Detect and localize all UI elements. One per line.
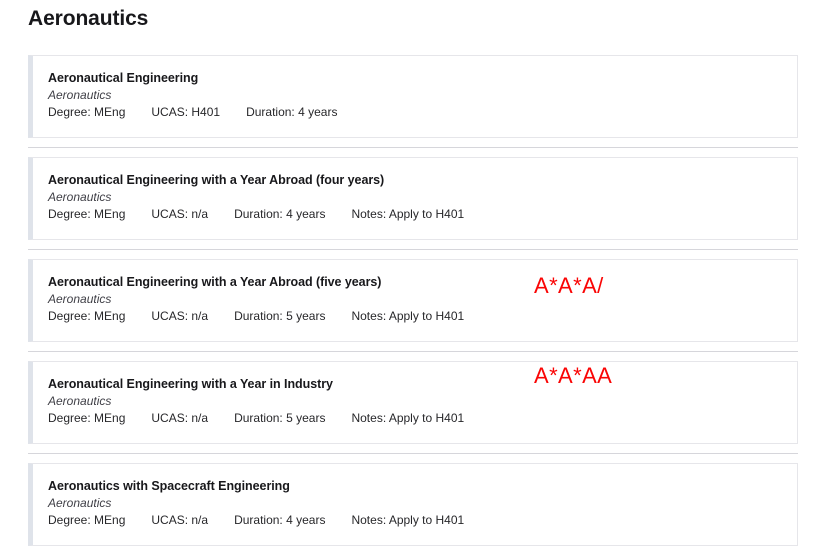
course-meta-row: Degree: MEng UCAS: n/a Duration: 4 years No…: [48, 206, 781, 223]
page-title: Aeronautics: [28, 7, 149, 30]
card-separator: [28, 249, 798, 250]
course-department: Aeronautics: [48, 190, 112, 204]
course-card[interactable]: Aeronautical Engineering with a Year in …: [28, 361, 798, 444]
course-degree: Degree: MEng: [48, 513, 126, 527]
course-ucas: UCAS: H401: [151, 105, 221, 119]
course-listing-page: Aeronautics Aeronautical Engineering Aero…: [0, 0, 839, 546]
course-result-block: Aeronautical Engineering with a Year Abr…: [28, 259, 798, 342]
course-ucas: UCAS: n/a: [151, 207, 209, 221]
course-degree: Degree: MEng: [48, 309, 126, 323]
course-duration: Duration: 5 years: [234, 411, 326, 425]
course-degree: Degree: MEng: [48, 207, 126, 221]
course-meta-row: Degree: MEng UCAS: H401 Duration: 4 years: [48, 104, 781, 121]
course-card[interactable]: Aeronautical Engineering Aeronautics Degre…: [28, 55, 798, 138]
course-notes: Notes: Apply to H401: [351, 513, 465, 527]
course-card[interactable]: Aeronautics with Spacecraft Engineering A…: [28, 463, 798, 546]
course-meta-row: Degree: MEng UCAS: n/a Duration: 5 years No…: [48, 308, 781, 325]
course-ucas: UCAS: n/a: [151, 411, 209, 425]
course-result-block: Aeronautical Engineering with a Year in …: [28, 361, 798, 444]
course-card[interactable]: Aeronautical Engineering with a Year Abr…: [28, 259, 798, 342]
course-department: Aeronautics: [48, 292, 112, 306]
card-separator: [28, 147, 798, 148]
course-card[interactable]: Aeronautical Engineering with a Year Abr…: [28, 157, 798, 240]
course-name[interactable]: Aeronautics with Spacecraft Engineering: [48, 478, 781, 494]
course-duration: Duration: 4 years: [234, 207, 326, 221]
course-department: Aeronautics: [48, 496, 112, 510]
course-result-block: Aeronautical Engineering Aeronautics Degre…: [28, 55, 798, 138]
course-results-list: Aeronautical Engineering Aeronautics Degre…: [28, 55, 798, 546]
course-duration: Duration: 4 years: [234, 513, 326, 527]
course-degree: Degree: MEng: [48, 105, 126, 119]
course-meta-row: Degree: MEng UCAS: n/a Duration: 4 years No…: [48, 512, 781, 529]
course-result-block: Aeronautical Engineering with a Year Abr…: [28, 157, 798, 240]
card-separator: [28, 453, 798, 454]
course-duration: Duration: 5 years: [234, 309, 326, 323]
course-notes: Notes: Apply to H401: [351, 207, 465, 221]
course-name[interactable]: Aeronautical Engineering: [48, 70, 781, 86]
card-separator: [28, 351, 798, 352]
course-notes: Notes: Apply to H401: [351, 309, 465, 323]
course-ucas: UCAS: n/a: [151, 513, 209, 527]
course-department: Aeronautics: [48, 394, 112, 408]
course-name[interactable]: Aeronautical Engineering with a Year Abr…: [48, 274, 781, 290]
course-name[interactable]: Aeronautical Engineering with a Year in …: [48, 376, 781, 392]
course-department: Aeronautics: [48, 88, 112, 102]
course-degree: Degree: MEng: [48, 411, 126, 425]
course-duration: Duration: 4 years: [246, 105, 338, 119]
course-notes: Notes: Apply to H401: [351, 411, 465, 425]
course-name[interactable]: Aeronautical Engineering with a Year Abr…: [48, 172, 781, 188]
course-meta-row: Degree: MEng UCAS: n/a Duration: 5 years No…: [48, 410, 781, 427]
course-result-block: Aeronautics with Spacecraft Engineering A…: [28, 463, 798, 546]
course-ucas: UCAS: n/a: [151, 309, 209, 323]
